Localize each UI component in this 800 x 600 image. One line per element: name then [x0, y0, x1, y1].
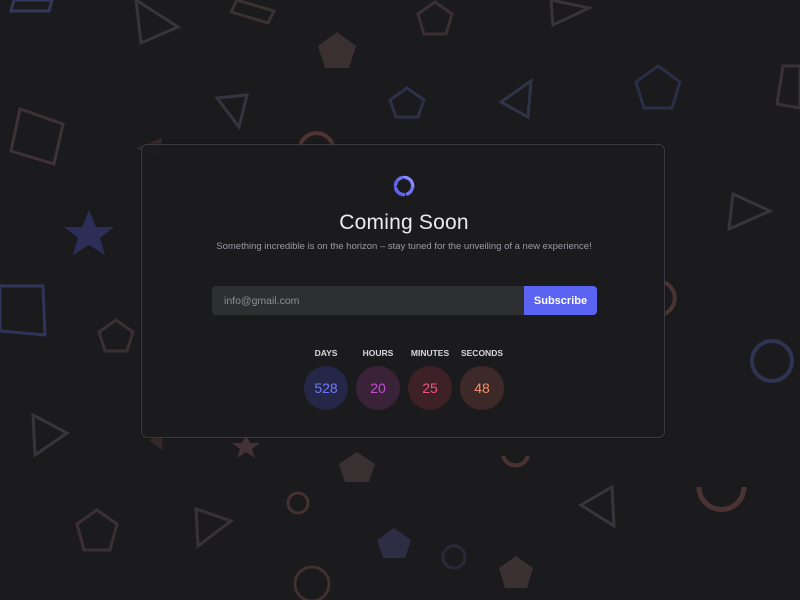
square-shape-icon [775, 64, 800, 110]
days-value: 528 [304, 366, 348, 410]
seconds-value: 48 [460, 366, 504, 410]
countdown-timer: DAYS 528 HOURS 20 MINUTES 25 SECONDS 48 [300, 348, 508, 410]
pentagon-shape-icon [318, 32, 356, 68]
email-input[interactable] [212, 286, 524, 315]
square-shape-icon [228, 0, 277, 25]
pentagon-shape-icon [75, 508, 119, 552]
page-subtitle: Something incredible is on the horizon –… [216, 241, 592, 252]
triangle-shape-icon [134, 0, 182, 46]
countdown-minutes: MINUTES 25 [404, 348, 456, 410]
pentagon-shape-icon [377, 528, 411, 558]
arc-shape-icon [696, 486, 747, 512]
pentagon-shape-icon [634, 64, 682, 110]
triangle-shape-icon [498, 77, 533, 120]
days-label: DAYS [314, 348, 338, 358]
hours-value: 20 [356, 366, 400, 410]
arc-shape-icon [501, 455, 530, 468]
star-shape-icon [64, 210, 114, 255]
triangle-shape-icon [727, 191, 774, 232]
minutes-label: MINUTES [410, 348, 450, 358]
countdown-days: DAYS 528 [300, 348, 352, 410]
triangle-shape-icon [214, 93, 249, 131]
square-shape-icon [9, 107, 65, 166]
hours-label: HOURS [362, 348, 394, 358]
triangle-shape-icon [194, 506, 235, 549]
coming-soon-card: Coming Soon Something incredible is on t… [141, 144, 665, 438]
pentagon-shape-icon [416, 0, 454, 36]
triangle-shape-icon [578, 484, 616, 529]
pentagon-shape-icon [97, 318, 135, 353]
subscribe-button[interactable]: Subscribe [524, 286, 597, 315]
pentagon-shape-icon [388, 86, 426, 119]
spinner-logo-icon [393, 175, 415, 197]
triangle-shape-icon [549, 0, 594, 28]
circle-shape-icon [286, 491, 310, 515]
countdown-seconds: SECONDS 48 [456, 348, 508, 410]
square-shape-icon [0, 284, 47, 337]
square-shape-icon [9, 0, 54, 13]
pentagon-shape-icon [499, 556, 533, 588]
circle-shape-icon [441, 544, 467, 570]
seconds-label: SECONDS [460, 348, 504, 358]
pentagon-shape-icon [339, 452, 375, 482]
circle-shape-icon [293, 565, 331, 600]
minutes-value: 25 [408, 366, 452, 410]
circle-shape-icon [750, 339, 794, 383]
page-title: Coming Soon [339, 211, 469, 234]
countdown-hours: HOURS 20 [352, 348, 404, 410]
triangle-shape-icon [31, 412, 70, 458]
coming-soon-page: Coming Soon Something incredible is on t… [0, 0, 800, 600]
